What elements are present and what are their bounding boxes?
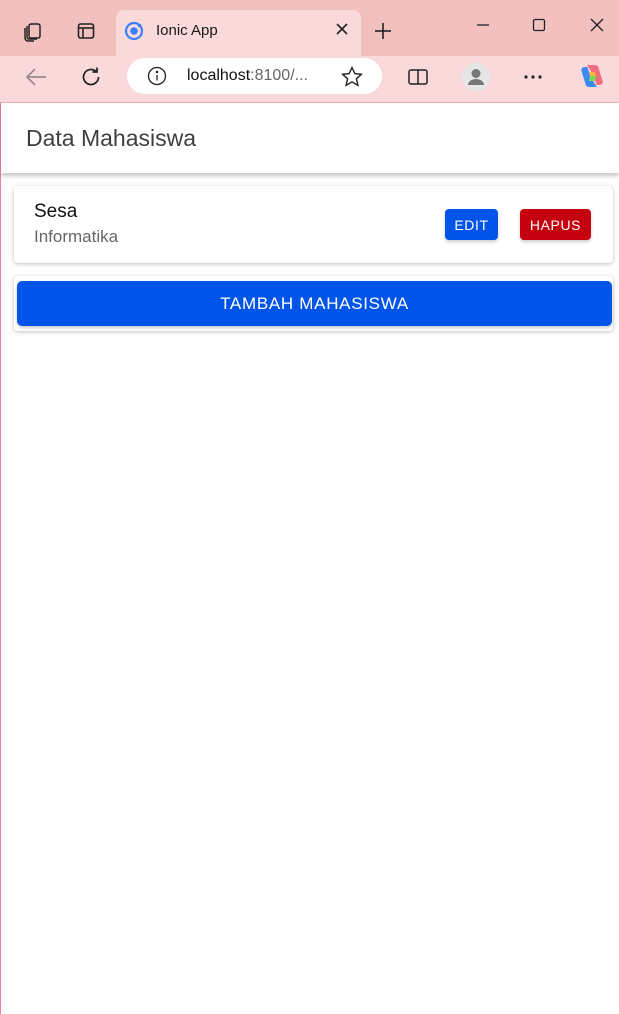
refresh-icon (82, 67, 100, 86)
new-tab-button[interactable] (370, 18, 396, 44)
workspaces-button[interactable] (20, 18, 46, 44)
minimize-icon (477, 24, 489, 26)
favorite-star-icon[interactable] (341, 66, 363, 87)
close-icon[interactable] (335, 22, 349, 36)
browser-tab-bar: Ionic App (0, 0, 619, 56)
tab-actions-icon (77, 23, 95, 39)
student-card: Sesa Informatika EDIT HAPUS (14, 186, 613, 263)
maximize-button[interactable] (528, 14, 550, 36)
new-tab-icon (375, 23, 391, 39)
site-info-icon[interactable] (147, 66, 167, 86)
window-close-icon (590, 18, 604, 32)
tab-title: Ionic App (156, 22, 218, 39)
window-close-button[interactable] (586, 14, 608, 36)
delete-button[interactable]: HAPUS (520, 209, 591, 240)
url-path: :8100/... (250, 67, 308, 84)
copilot-icon (581, 65, 603, 87)
student-major: Informatika (34, 227, 119, 246)
maximize-icon (532, 18, 546, 32)
url-host: localhost (187, 67, 251, 84)
ionic-favicon-icon (124, 21, 144, 41)
split-screen-icon (408, 69, 428, 85)
add-student-button[interactable]: TAMBAH MAHASISWA (17, 281, 612, 326)
student-name: Sesa (34, 201, 78, 222)
more-icon (524, 75, 542, 79)
add-student-card: TAMBAH MAHASISWA (14, 276, 613, 331)
profile-button[interactable] (460, 61, 492, 93)
split-screen-button[interactable] (405, 64, 431, 90)
browser-toolbar: localhost:8100/... (0, 56, 619, 103)
active-tab[interactable]: Ionic App (116, 10, 361, 56)
edit-button[interactable]: EDIT (445, 209, 498, 240)
refresh-button[interactable] (78, 64, 104, 90)
tab-actions-button[interactable] (73, 18, 99, 44)
profile-icon (462, 63, 490, 91)
more-button[interactable] (520, 64, 546, 90)
minimize-button[interactable] (472, 14, 494, 36)
page-title: Data Mahasiswa (26, 125, 197, 151)
back-button[interactable] (22, 65, 50, 89)
app-toolbar: Data Mahasiswa (1, 103, 619, 173)
back-icon (25, 68, 46, 86)
address-bar[interactable]: localhost:8100/... (127, 58, 382, 94)
copilot-button[interactable] (577, 61, 607, 91)
url-text: localhost:8100/... (187, 67, 308, 85)
workspaces-icon (24, 23, 41, 42)
